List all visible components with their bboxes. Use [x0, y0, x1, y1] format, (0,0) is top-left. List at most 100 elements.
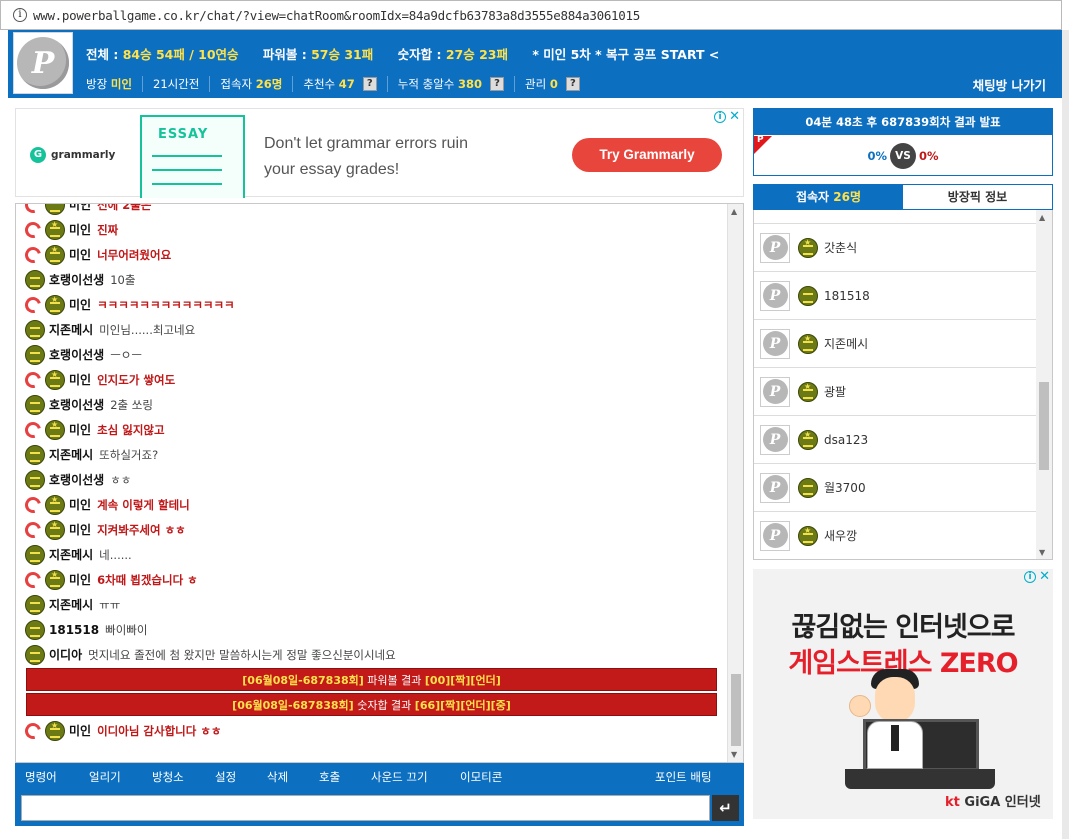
user-name: 갓춘식	[824, 241, 858, 255]
chat-nickname[interactable]: 호랭이선생	[49, 471, 104, 488]
menu-freeze[interactable]: 얼리기	[89, 769, 121, 785]
chat-nickname[interactable]: 지존메시	[49, 596, 93, 613]
menu-call[interactable]: 호출	[319, 769, 340, 785]
menu-point-betting[interactable]: 포인트 배팅	[655, 769, 712, 785]
chat-text: 또하실거죠?	[99, 447, 159, 462]
chat-nickname[interactable]: 지존메시	[49, 546, 93, 563]
chat-line: 미인 6차때 뵙겠습니다 ㅎ	[16, 567, 728, 592]
url-text[interactable]: www.powerballgame.co.kr/chat/?view=chatR…	[33, 8, 640, 23]
menu-clear-room[interactable]: 방청소	[152, 769, 184, 785]
menu-sound-off[interactable]: 사운드 끄기	[371, 769, 428, 785]
user-row[interactable]: Pdsa123	[754, 416, 1036, 464]
stat-powerball: 파워볼 : 57승 31패	[262, 47, 374, 62]
level-badge-icon	[45, 720, 65, 741]
chat-line: 미인 인지도가 쌓여도	[16, 367, 728, 392]
chat-nickname[interactable]: 이디아	[49, 646, 82, 663]
chat-nickname[interactable]: 미인	[69, 421, 91, 438]
user-row[interactable]: P 갓춘식	[754, 224, 1036, 272]
chat-line: 미인 계속 이렇게 할테니	[16, 492, 728, 517]
level-badge-icon	[798, 237, 818, 258]
powerball-logo-icon: P	[17, 37, 69, 89]
chat-nickname[interactable]: 호랭이선생	[49, 271, 104, 288]
system-result-message: [06월08일-687838회] 파워볼 결과 [00][짝][언더]	[26, 668, 717, 691]
menu-emoticons[interactable]: 이모티콘	[460, 769, 502, 785]
user-row[interactable]: P 지존메시	[754, 320, 1036, 368]
chat-nickname[interactable]: 미인	[69, 571, 91, 588]
chat-nickname[interactable]: 미인	[69, 722, 91, 739]
chat-text: 멋지네요 졸전에 첨 왔지만 말씀하시는게 정말 좋으신분이시네요	[88, 647, 396, 662]
chat-text: ㅡㅇㅡ	[110, 347, 142, 362]
chat-text: 10출	[110, 272, 136, 287]
chat-nickname[interactable]: 미인	[69, 296, 91, 313]
level-badge-icon	[25, 269, 45, 290]
chat-nickname[interactable]: 181518	[49, 623, 99, 637]
host-swirl-icon	[22, 243, 44, 266]
chat-nickname[interactable]: 호랭이선생	[49, 346, 104, 363]
site-info-icon[interactable]: i	[13, 8, 27, 22]
level-badge-icon	[25, 644, 45, 665]
chat-line: 미인 지켜봐주세여 ㅎㅎ	[16, 517, 728, 542]
chat-text: 인지도가 쌓여도	[97, 372, 176, 387]
kt-ad-line1: 끊김없는 인터넷으로	[791, 612, 1016, 643]
try-grammarly-button[interactable]: Try Grammarly	[572, 138, 722, 172]
host-swirl-icon	[22, 418, 44, 441]
grammarly-ad[interactable]: Ggrammarly ESSAY Don't let grammar error…	[15, 108, 744, 198]
chat-text: 진짜	[97, 222, 119, 237]
stat-number-sum: 숫자합 : 27승 23패	[397, 47, 508, 62]
level-badge-icon	[45, 244, 65, 265]
chat-nickname[interactable]: 미인	[69, 246, 91, 263]
user-row[interactable]: P 월3700	[754, 464, 1036, 512]
level-badge-icon	[45, 494, 65, 515]
recommend-help-button[interactable]: ?	[362, 77, 377, 91]
user-list[interactable]: P갓춘식P181518P지존메시P광팔Pdsa123P월3700P새우깡 ▲ ▼	[753, 210, 1053, 560]
user-row[interactable]: P 새우깡	[754, 512, 1036, 559]
chat-nickname[interactable]: 미인	[69, 204, 91, 213]
chat-line: 미인 너무어려웠어요	[16, 242, 728, 267]
chat-line: 미인 ㅋㅋㅋㅋㅋㅋㅋㅋㅋㅋㅋㅋㅋ	[16, 292, 728, 317]
chat-nickname[interactable]: 미인	[69, 371, 91, 388]
ad-choices[interactable]: i ✕	[1024, 570, 1050, 583]
points-help-button[interactable]: ?	[490, 77, 505, 91]
chat-line: 미인 진짜	[16, 217, 728, 242]
ad-choices[interactable]: i ✕	[714, 110, 740, 123]
chat-text: 계속 이렇게 할테니	[97, 497, 190, 512]
chat-nickname[interactable]: 지존메시	[49, 321, 93, 338]
user-row[interactable]: P 181518	[754, 272, 1036, 320]
points-label: 누적 충알수	[397, 77, 455, 91]
menu-commands[interactable]: 명령어	[25, 769, 57, 785]
chat-panel[interactable]: 미인전에 2출은미인진짜미인너무어려웠어요호랭이선생10출미인ㅋㅋㅋㅋㅋㅋㅋㅋㅋ…	[15, 203, 744, 763]
vs-icon: VS	[890, 143, 916, 169]
chat-text: ㅠㅠ	[99, 597, 121, 612]
chat-nickname[interactable]: 미인	[69, 496, 91, 513]
page-scrollbar[interactable]	[1062, 30, 1069, 839]
level-badge-icon	[25, 544, 45, 565]
chat-nickname[interactable]: 호랭이선생	[49, 396, 104, 413]
exit-room-button[interactable]: 채팅방 나가기	[973, 75, 1046, 94]
chat-nickname[interactable]: 미인	[69, 221, 91, 238]
chat-line: 호랭이선생 10출	[16, 267, 728, 292]
menu-settings[interactable]: 설정	[215, 769, 236, 785]
laptop-icon	[845, 769, 995, 789]
level-badge-icon	[25, 619, 45, 640]
scroll-down-icon: ▼	[1039, 548, 1046, 557]
chat-line: 호랭이선생 ㅡㅇㅡ	[16, 342, 728, 367]
user-row[interactable]	[754, 210, 1036, 224]
send-enter-icon[interactable]: ↵	[712, 795, 739, 821]
chat-input[interactable]	[21, 795, 710, 821]
chat-nickname[interactable]: 미인	[69, 521, 91, 538]
menu-delete[interactable]: 삭제	[267, 769, 288, 785]
kt-giga-ad[interactable]: 끊김없는 인터넷으로 게임스트레스 ZERO kt GiGA 인터넷 i ✕	[753, 569, 1053, 819]
user-name: 지존메시	[824, 337, 869, 351]
scroll-down-icon: ▼	[731, 750, 738, 759]
tab-host-pick-info[interactable]: 방장픽 정보	[903, 185, 1052, 209]
chat-nickname[interactable]: 지존메시	[49, 446, 93, 463]
level-badge-icon	[25, 394, 45, 415]
chat-text: 미인님......최고네요	[99, 322, 196, 337]
user-row[interactable]: P 광팔	[754, 368, 1036, 416]
address-bar[interactable]: i www.powerballgame.co.kr/chat/?view=cha…	[0, 0, 1062, 30]
admin-help-button[interactable]: ?	[565, 77, 580, 91]
level-badge-icon	[798, 525, 818, 546]
chat-scrollbar[interactable]: ▲ ▼	[727, 204, 743, 762]
user-list-scrollbar[interactable]: ▲ ▼	[1036, 210, 1052, 559]
tab-users[interactable]: 접속자 26명	[754, 185, 903, 209]
